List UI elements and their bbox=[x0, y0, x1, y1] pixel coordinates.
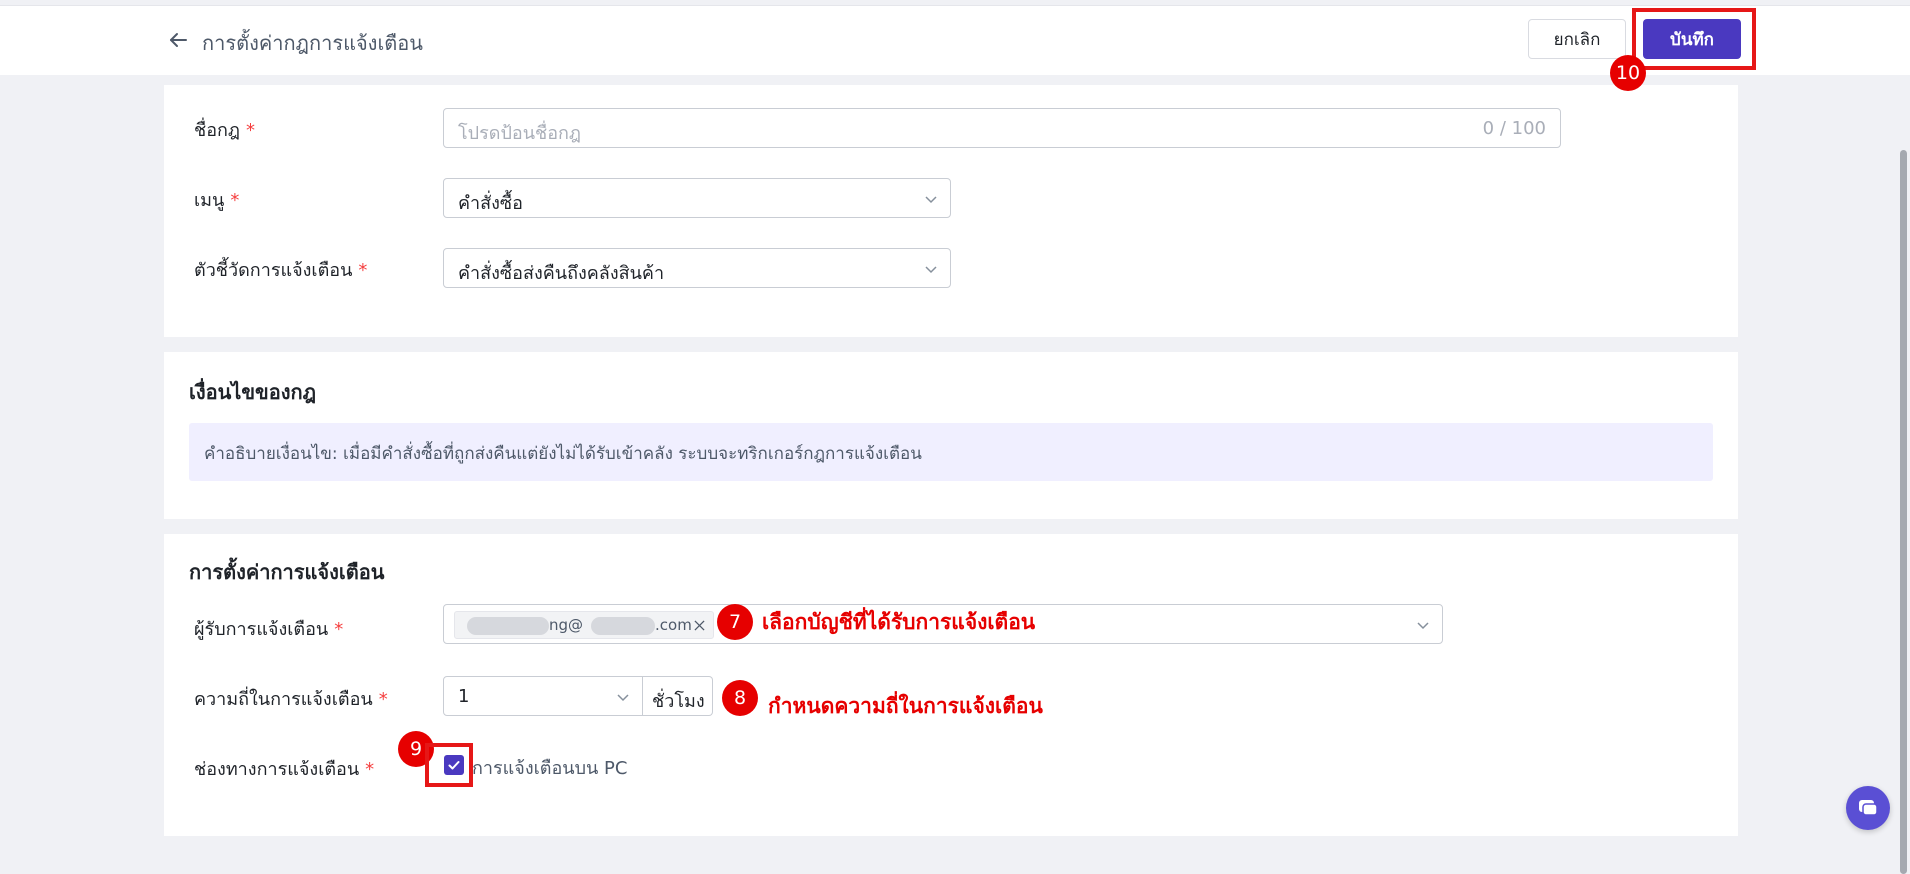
notification-settings-card: การตั้งค่าการแจ้งเตือน ผู้รับการแจ้งเตือ… bbox=[164, 534, 1738, 836]
back-arrow-icon[interactable] bbox=[166, 28, 190, 52]
rule-name-label: ชื่อกฎ * bbox=[194, 120, 256, 141]
rule-name-counter: 0 / 100 bbox=[1482, 118, 1546, 139]
redacted-blur bbox=[467, 617, 549, 635]
chevron-down-icon bbox=[925, 196, 937, 204]
step8-annotation: กำหนดความถี่ในการแจ้งเตือน bbox=[768, 693, 1043, 718]
step-badge-8: 8 bbox=[722, 680, 758, 716]
chevron-down-icon bbox=[617, 694, 629, 702]
page-title: การตั้งค่ากฎการแจ้งเตือน bbox=[202, 31, 423, 55]
notification-section-title: การตั้งค่าการแจ้งเตือน bbox=[189, 560, 385, 584]
recipient-label: ผู้รับการแจ้งเตือน * bbox=[194, 619, 344, 640]
condition-section-title: เงื่อนไขของกฎ bbox=[189, 380, 317, 404]
chat-icon bbox=[1859, 800, 1878, 816]
rule-condition-card: เงื่อนไขของกฎ คำอธิบายเงื่อนไข: เมื่อมีค… bbox=[164, 352, 1738, 519]
indicator-select[interactable]: คำสั่งซื้อส่งคืนถึงคลังสินค้า bbox=[443, 248, 951, 288]
redacted-blur bbox=[591, 617, 655, 635]
menu-label: เมนู * bbox=[194, 190, 240, 211]
indicator-select-value: คำสั่งซื้อส่งคืนถึงคลังสินค้า bbox=[458, 263, 665, 284]
frequency-unit: ชั่วโมง bbox=[643, 676, 713, 716]
basic-info-card: ชื่อกฎ * โปรดป้อนชื่อกฎ 0 / 100 เมนู * คำส… bbox=[164, 85, 1738, 337]
menu-select-value: คำสั่งซื้อ bbox=[458, 193, 523, 214]
frequency-select[interactable]: 1 bbox=[443, 676, 643, 716]
frequency-label: ความถี่ในการแจ้งเตือน * bbox=[194, 689, 388, 710]
channel-label: ช่องทางการแจ้งเตือน * bbox=[194, 759, 375, 780]
condition-description-box: คำอธิบายเงื่อนไข: เมื่อมีคำสั่งซื้อที่ถู… bbox=[189, 423, 1713, 481]
highlight-checkbox bbox=[425, 743, 473, 787]
recipient-tag-text: ng@ bbox=[549, 616, 584, 634]
recipient-tag: ng@ .com bbox=[454, 611, 714, 639]
step7-annotation: เลือกบัญชีที่ได้รับการแจ้งเตือน bbox=[762, 609, 1036, 634]
frequency-value: 1 bbox=[458, 686, 470, 707]
highlight-save-button bbox=[1632, 8, 1756, 70]
menu-select[interactable]: คำสั่งซื้อ bbox=[443, 178, 951, 218]
scrollbar[interactable] bbox=[1900, 150, 1907, 874]
close-icon[interactable] bbox=[694, 620, 705, 631]
rule-name-placeholder: โปรดป้อนชื่อกฎ bbox=[458, 123, 582, 144]
chevron-down-icon bbox=[1417, 622, 1429, 630]
step-badge-10: 10 bbox=[1610, 55, 1646, 91]
chevron-down-icon bbox=[925, 266, 937, 274]
pc-notification-label: การแจ้งเตือนบน PC bbox=[472, 758, 628, 779]
step-badge-7: 7 bbox=[717, 604, 753, 640]
cancel-button[interactable]: ยกเลิก bbox=[1528, 19, 1626, 59]
indicator-label: ตัวชี้วัดการแจ้งเตือน * bbox=[194, 260, 368, 281]
chat-button[interactable] bbox=[1846, 786, 1890, 830]
recipient-tag-domain: .com bbox=[655, 616, 692, 634]
rule-name-input[interactable]: โปรดป้อนชื่อกฎ 0 / 100 bbox=[443, 108, 1561, 148]
condition-description: คำอธิบายเงื่อนไข: เมื่อมีคำสั่งซื้อที่ถู… bbox=[204, 444, 922, 464]
